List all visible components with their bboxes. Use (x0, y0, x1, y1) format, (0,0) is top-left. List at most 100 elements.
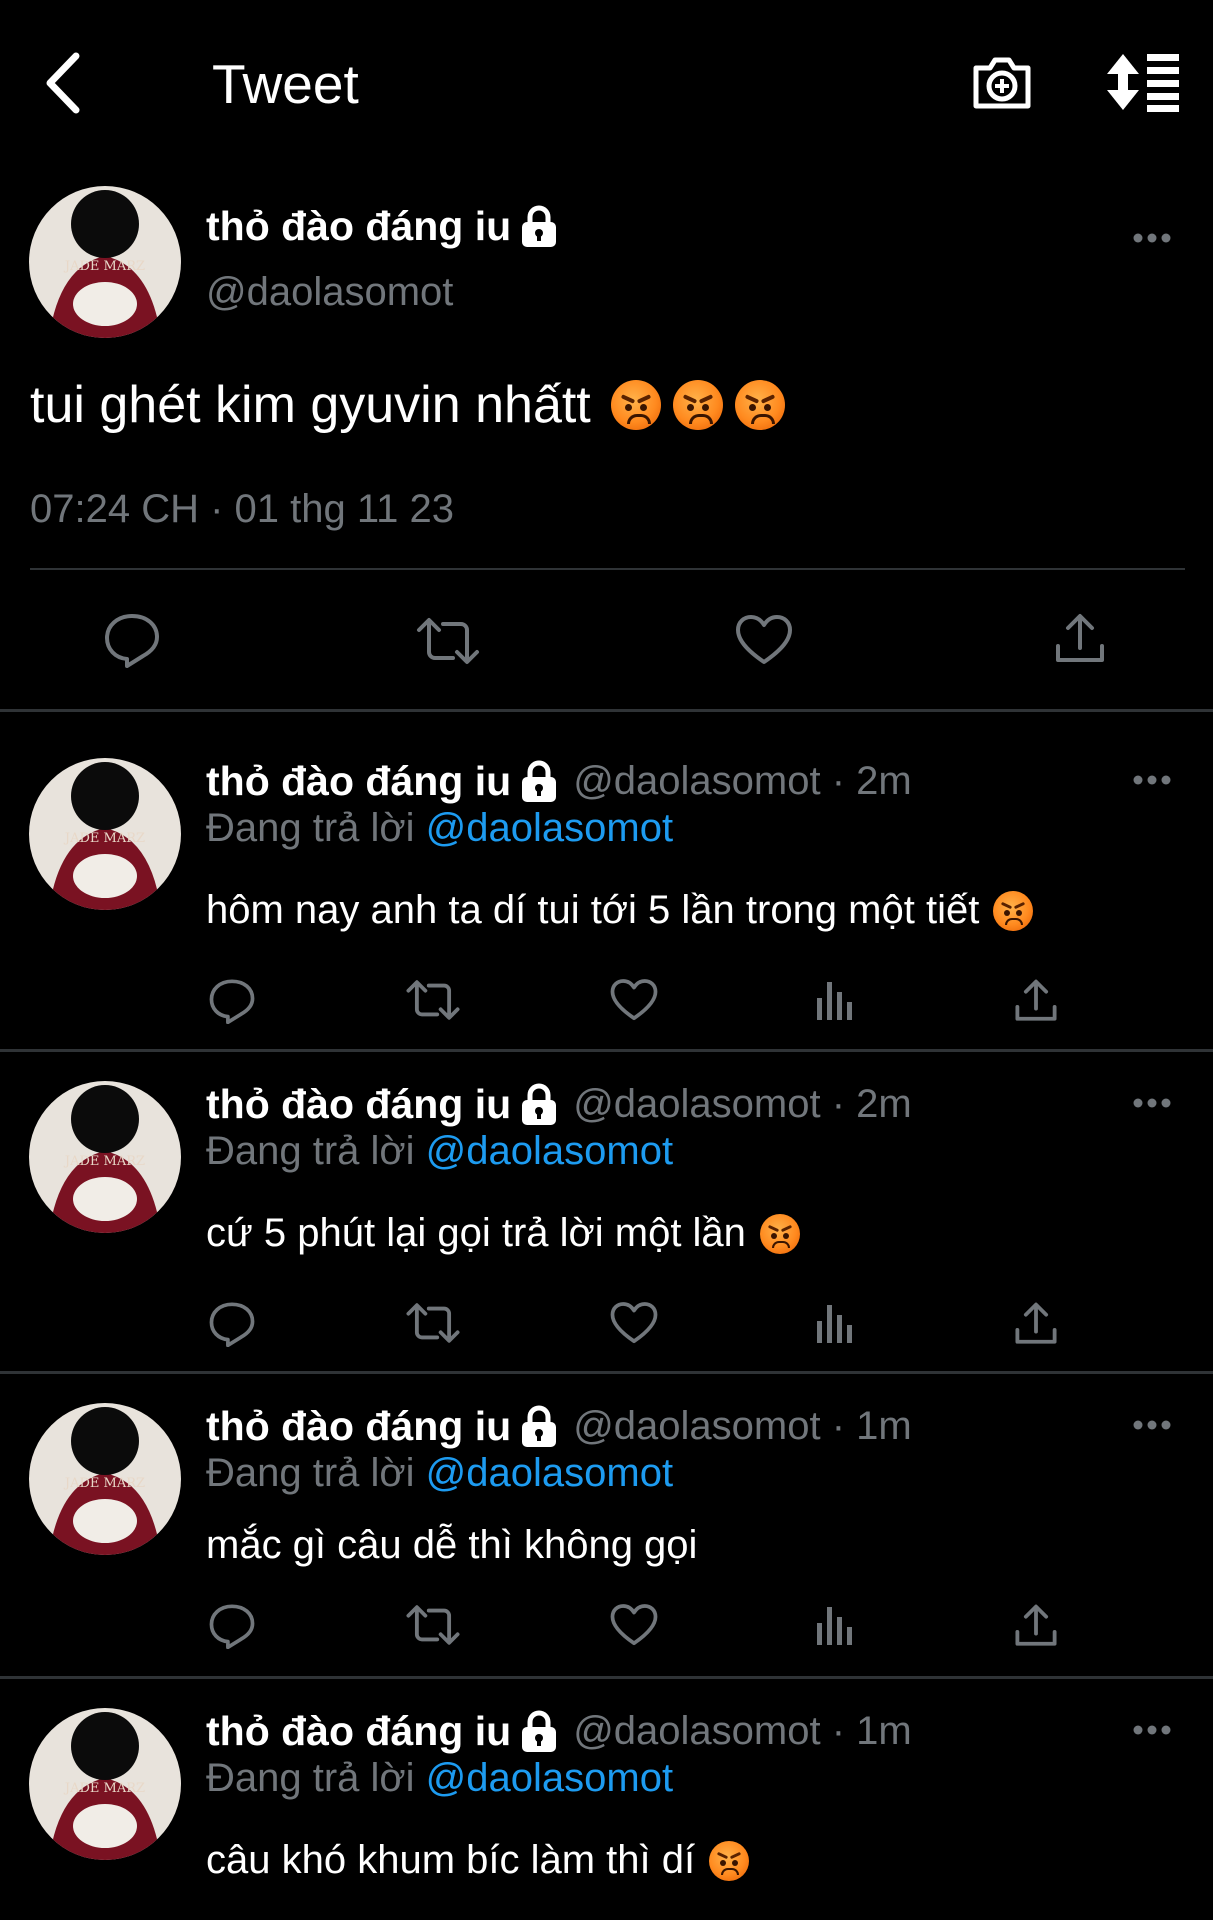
share-button[interactable] (1014, 1603, 1058, 1649)
replying-to: Đang trả lời @daolasomot (206, 1129, 673, 1174)
replying-prefix: Đang trả lời (206, 1756, 415, 1800)
like-icon (610, 1302, 658, 1344)
lock-icon (522, 1405, 557, 1447)
author-name[interactable]: thỏ đào đáng iu @daolasomot · 1m (206, 1403, 912, 1450)
like-button[interactable] (610, 1301, 658, 1345)
tweet-body: mắc gì câu dễ thì không gọi (206, 1523, 698, 1567)
mention-link[interactable]: @daolasomot (426, 1756, 673, 1800)
tweet-body: cứ 5 phút lại gọi trả lời một lần (206, 1211, 746, 1255)
author-name[interactable]: thỏ đào đáng iu (206, 203, 559, 250)
replying-prefix: Đang trả lời (206, 806, 415, 850)
like-button[interactable] (735, 614, 793, 666)
top-bar: Tweet (0, 0, 1213, 165)
author-name[interactable]: thỏ đào đáng iu @daolasomot · 1m (206, 1708, 912, 1755)
more-dots-icon (1133, 1098, 1171, 1108)
svg-text:JADE MARZ: JADE MARZ (63, 1154, 145, 1169)
tweet-text: hôm nay anh ta dí tui tới 5 lần trong mộ… (206, 888, 1034, 933)
mention-link[interactable]: @daolasomot (426, 1451, 673, 1495)
avatar[interactable]: JADE MARZ (29, 1403, 181, 1555)
svg-text:JADE MARZ: JADE MARZ (63, 1476, 145, 1491)
tweet-text: mắc gì câu dễ thì không gọi (206, 1523, 697, 1568)
share-button[interactable] (1014, 978, 1058, 1024)
sort-button[interactable] (1105, 52, 1180, 112)
analytics-icon (817, 1607, 852, 1645)
more-options-button[interactable] (1132, 228, 1172, 248)
analytics-icon (817, 982, 852, 1020)
chevron-left-icon (46, 52, 80, 114)
retweet-icon (406, 1303, 460, 1343)
retweet-button[interactable] (405, 978, 461, 1022)
camera-button[interactable] (970, 50, 1034, 114)
more-options-button[interactable] (1132, 770, 1172, 790)
like-icon (610, 1604, 658, 1646)
more-dots-icon (1133, 233, 1171, 243)
display-name: thỏ đào đáng iu (206, 758, 512, 804)
divider (0, 1049, 1213, 1052)
replying-to: Đang trả lời @daolasomot (206, 1451, 673, 1496)
analytics-button[interactable] (814, 1603, 856, 1647)
sort-arrows-icon (1107, 54, 1179, 112)
like-button[interactable] (610, 978, 658, 1022)
tweet-body: tui ghét kim gyuvin nhấtt (30, 376, 591, 434)
replying-prefix: Đang trả lời (206, 1451, 415, 1495)
more-dots-icon (1133, 1725, 1171, 1735)
divider (0, 1371, 1213, 1374)
handle-and-time: @daolasomot · 2m (573, 759, 912, 803)
mention-link[interactable]: @daolasomot (426, 1129, 673, 1173)
handle-and-time: @daolasomot · 1m (573, 1404, 912, 1448)
reply-button[interactable] (208, 1603, 256, 1649)
mention-link[interactable]: @daolasomot (426, 806, 673, 850)
more-options-button[interactable] (1132, 1093, 1172, 1113)
analytics-button[interactable] (814, 978, 856, 1022)
reply-button[interactable] (208, 1301, 256, 1347)
retweet-icon (406, 1605, 460, 1645)
back-button[interactable] (40, 48, 90, 118)
angry-face-emoji (993, 890, 1034, 931)
share-button[interactable] (1014, 1301, 1058, 1347)
page-title: Tweet (212, 53, 359, 115)
more-options-button[interactable] (1132, 1720, 1172, 1740)
tweet-text: câu khó khum bíc làm thì dí (206, 1838, 750, 1883)
display-name: thỏ đào đáng iu (206, 1708, 512, 1754)
reply-icon (209, 979, 255, 1024)
share-icon (1056, 614, 1104, 662)
retweet-icon (406, 980, 460, 1020)
analytics-button[interactable] (814, 1301, 856, 1345)
retweet-button[interactable] (405, 1301, 461, 1345)
share-icon (1015, 1302, 1057, 1344)
replying-to: Đang trả lời @daolasomot (206, 806, 673, 851)
author-name[interactable]: thỏ đào đáng iu @daolasomot · 2m (206, 758, 912, 805)
handle-and-time: @daolasomot · 2m (573, 1082, 912, 1126)
reply-button[interactable] (103, 612, 161, 668)
display-name: thỏ đào đáng iu (206, 1403, 512, 1449)
avatar[interactable]: JADE MARZ (29, 1081, 181, 1233)
author-name[interactable]: thỏ đào đáng iu @daolasomot · 2m (206, 1081, 912, 1128)
avatar[interactable]: JADE MARZ (29, 1708, 181, 1860)
divider (30, 568, 1185, 570)
retweet-button[interactable] (405, 1603, 461, 1647)
reply-icon (105, 614, 159, 668)
analytics-icon (817, 1305, 852, 1343)
share-icon (1015, 1604, 1057, 1646)
svg-text:JADE MARZ: JADE MARZ (63, 1781, 145, 1796)
share-button[interactable] (1054, 612, 1106, 666)
like-button[interactable] (610, 1603, 658, 1647)
angry-face-emoji (610, 380, 661, 430)
divider (0, 709, 1213, 712)
reply-button[interactable] (208, 978, 256, 1024)
more-options-button[interactable] (1132, 1415, 1172, 1435)
retweet-button[interactable] (415, 616, 481, 666)
avatar[interactable]: JADE MARZ (29, 186, 181, 338)
like-icon (610, 979, 658, 1021)
svg-text:JADE MARZ: JADE MARZ (63, 259, 145, 274)
divider (0, 1676, 1213, 1679)
more-dots-icon (1133, 1420, 1171, 1430)
author-handle: @daolasomot (206, 270, 454, 314)
avatar[interactable]: JADE MARZ (29, 758, 181, 910)
tweet-text: cứ 5 phút lại gọi trả lời một lần (206, 1211, 800, 1256)
tweet-body: câu khó khum bíc làm thì dí (206, 1838, 696, 1882)
lock-icon (522, 1083, 557, 1125)
angry-face-emoji (734, 380, 785, 430)
reply-icon (209, 1302, 255, 1347)
angry-face-emoji (672, 380, 723, 430)
